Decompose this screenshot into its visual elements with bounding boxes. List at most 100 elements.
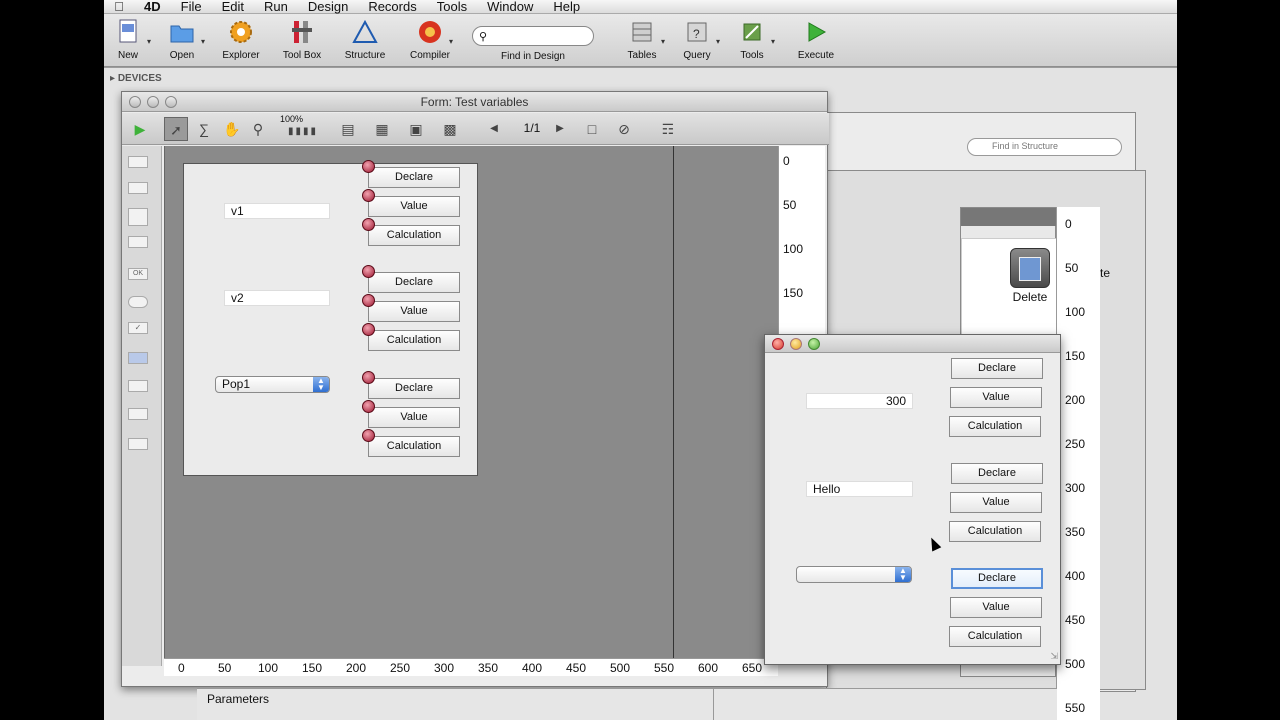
value-button[interactable]: Value bbox=[368, 407, 460, 428]
query-button[interactable]: ? Query bbox=[667, 18, 727, 61]
next-page-icon[interactable]: ▶ bbox=[548, 117, 572, 141]
method-marker-icon bbox=[362, 160, 375, 173]
value-button[interactable]: Value bbox=[950, 387, 1042, 408]
svg-text:?: ? bbox=[693, 27, 700, 41]
menu-4d[interactable]: 4D bbox=[134, 0, 171, 13]
test-form-play-icon[interactable]: ▶ bbox=[128, 117, 152, 141]
explorer-button[interactable]: Explorer bbox=[211, 18, 271, 61]
ruler-tick: 350 bbox=[1065, 525, 1086, 539]
field-object-icon[interactable] bbox=[128, 182, 148, 194]
picture-object-icon[interactable] bbox=[128, 380, 148, 392]
button-object-icon[interactable]: OK bbox=[128, 268, 148, 280]
execute-label: Execute bbox=[797, 50, 835, 61]
calculation-button[interactable]: Calculation bbox=[368, 436, 460, 457]
value-button[interactable]: Value bbox=[368, 196, 460, 217]
declare-button[interactable]: Declare bbox=[368, 272, 460, 293]
divider bbox=[713, 689, 714, 720]
hand-tool-icon[interactable]: ✋ bbox=[220, 117, 244, 141]
calculation-button[interactable]: Calculation bbox=[949, 521, 1041, 542]
declare-button[interactable]: Declare bbox=[951, 358, 1043, 379]
menu-file[interactable]: File bbox=[171, 0, 212, 13]
menu-edit[interactable]: Edit bbox=[212, 0, 254, 13]
structure-icon bbox=[351, 18, 379, 46]
find-in-design-input[interactable]: ⚲ bbox=[472, 26, 594, 46]
tables-icon bbox=[628, 18, 665, 46]
arrow-tool-icon[interactable]: ➚ bbox=[164, 117, 188, 141]
v1-input[interactable]: 300 bbox=[806, 393, 913, 409]
line-object-icon[interactable] bbox=[128, 408, 148, 420]
ruler-tick: 150 bbox=[783, 286, 804, 300]
zoom-bars-icon[interactable]: ▮▮▮▮ bbox=[276, 123, 330, 141]
calculation-button[interactable]: Calculation bbox=[368, 225, 460, 246]
entry-order-icon[interactable]: ∑ bbox=[192, 117, 216, 141]
query-label: Query bbox=[683, 50, 711, 61]
menu-design[interactable]: Design bbox=[298, 0, 358, 13]
menu-records[interactable]: Records bbox=[358, 0, 426, 13]
checkbox-object-icon[interactable]: ✓ bbox=[128, 322, 148, 334]
pop1-dropdown[interactable]: ▲ ▼ bbox=[796, 566, 912, 583]
align-icon[interactable]: ▤ bbox=[336, 117, 360, 141]
value-button[interactable]: Value bbox=[950, 492, 1042, 513]
tables-button[interactable]: Tables bbox=[612, 18, 672, 61]
resize-grip-icon[interactable]: ⇲ bbox=[1050, 651, 1058, 662]
text-area-object-icon[interactable] bbox=[128, 208, 148, 226]
calculation-button[interactable]: Calculation bbox=[949, 626, 1041, 647]
execute-button[interactable]: Execute bbox=[786, 18, 846, 61]
method-marker-icon bbox=[362, 265, 375, 278]
menu-help[interactable]: Help bbox=[543, 0, 590, 13]
list-box-icon[interactable]: ☶ bbox=[656, 117, 680, 141]
popup-object-icon[interactable] bbox=[128, 352, 148, 364]
menu-window[interactable]: Window bbox=[477, 0, 543, 13]
method-marker-icon bbox=[362, 294, 375, 307]
value-button[interactable]: Value bbox=[950, 597, 1042, 618]
find-in-structure-input[interactable]: Find in Structure bbox=[967, 138, 1122, 156]
devices-label: DEVICES bbox=[117, 73, 162, 84]
menu-run[interactable]: Run bbox=[254, 0, 298, 13]
level-icon[interactable]: ▣ bbox=[404, 117, 428, 141]
close-button[interactable] bbox=[772, 338, 784, 350]
declare-button[interactable]: Declare bbox=[368, 167, 460, 188]
radio-object-icon[interactable] bbox=[128, 296, 148, 308]
minimize-button[interactable] bbox=[790, 338, 802, 350]
declare-button[interactable]: Declare bbox=[368, 378, 460, 399]
open-button[interactable]: Open bbox=[152, 18, 212, 61]
v2-field[interactable]: v2 bbox=[224, 290, 330, 306]
form-canvas[interactable]: v1 Declare Value Calculation v2 Declare … bbox=[164, 146, 778, 658]
object-library-panel: OK ✓ bbox=[122, 146, 162, 666]
structure-button[interactable]: Structure bbox=[335, 18, 395, 61]
calculation-button[interactable]: Calculation bbox=[368, 330, 460, 351]
page-icon[interactable]: □ bbox=[580, 117, 604, 141]
new-button[interactable]: New bbox=[104, 18, 158, 61]
distribute-icon[interactable]: ▦ bbox=[370, 117, 394, 141]
v2-input[interactable]: Hello bbox=[806, 481, 913, 497]
ruler-tick: 100 bbox=[1065, 305, 1086, 319]
pop1-label: Pop1 bbox=[222, 377, 251, 391]
menu-tools[interactable]: Tools bbox=[427, 0, 477, 13]
menu-bar:  4D File Edit Run Design Records Tools … bbox=[104, 0, 1177, 14]
list-object-icon[interactable] bbox=[128, 236, 148, 248]
rectangle-object-icon[interactable] bbox=[128, 438, 148, 450]
compiler-button[interactable]: Compiler bbox=[400, 18, 460, 61]
ruler-tick: 250 bbox=[1065, 437, 1086, 451]
value-button[interactable]: Value bbox=[368, 301, 460, 322]
no-view-icon[interactable]: ⊘ bbox=[612, 117, 636, 141]
zoom-tool-icon[interactable]: ⚲ bbox=[246, 117, 270, 141]
compiler-label: Compiler bbox=[409, 50, 450, 61]
previous-page-icon[interactable]: ◀ bbox=[482, 117, 506, 141]
delete-icon[interactable] bbox=[1010, 248, 1050, 288]
variable-object-icon[interactable] bbox=[128, 156, 148, 168]
apple-menu-icon[interactable]:  bbox=[104, 0, 134, 14]
toolbox-button[interactable]: Tool Box bbox=[272, 18, 332, 61]
zoom-button[interactable] bbox=[808, 338, 820, 350]
declare-button[interactable]: Declare bbox=[951, 463, 1043, 484]
group-icon[interactable]: ▩ bbox=[438, 117, 462, 141]
declare-button-focused[interactable]: Declare bbox=[951, 568, 1043, 589]
v1-field[interactable]: v1 bbox=[224, 203, 330, 219]
calculation-button[interactable]: Calculation bbox=[949, 416, 1041, 437]
pop1-popup[interactable]: Pop1 ▲ ▼ bbox=[215, 376, 330, 393]
form-page[interactable]: v1 Declare Value Calculation v2 Declare … bbox=[183, 160, 478, 476]
dialog-titlebar[interactable] bbox=[765, 335, 1060, 353]
ruler-tick: 0 bbox=[783, 154, 790, 168]
tools-button[interactable]: Tools bbox=[722, 18, 782, 61]
form-window-titlebar[interactable]: Form: Test variables bbox=[122, 92, 827, 112]
